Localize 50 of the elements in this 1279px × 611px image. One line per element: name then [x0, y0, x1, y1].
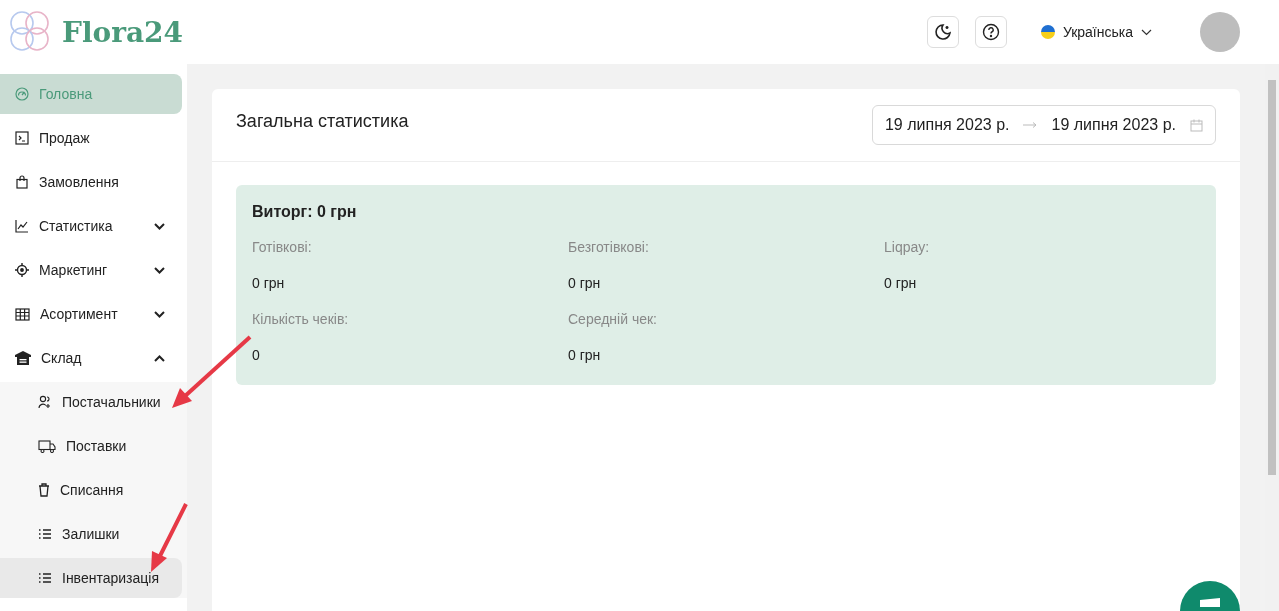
sidebar-item[interactable]: Продаж — [0, 118, 182, 158]
list-icon — [38, 572, 52, 584]
line-chart-icon — [15, 219, 29, 233]
help-button[interactable] — [974, 16, 1007, 48]
stat-value: 0 грн — [884, 275, 918, 291]
card-title: Загальна статистика — [236, 110, 409, 132]
sidebar-subitem[interactable]: Інвентаризація — [0, 558, 182, 598]
stat-label: Середній чек: — [568, 311, 658, 327]
revenue-total: Виторг: 0 грн — [252, 203, 358, 221]
stat-value: 0 грн — [568, 347, 602, 363]
terminal-icon — [15, 131, 29, 145]
target-icon — [15, 263, 29, 277]
sidebar-item[interactable]: Статистика — [0, 206, 182, 246]
flag-icon — [1040, 25, 1055, 39]
dashboard-icon — [15, 87, 29, 101]
stat-value: 0 грн — [568, 275, 602, 291]
scrollbar[interactable] — [1265, 64, 1279, 611]
sidebar-subitem[interactable]: Поставки — [0, 426, 182, 466]
sidebar-item[interactable]: Маркетинг — [0, 250, 182, 290]
logo-text: Flora24 — [62, 15, 184, 49]
sidebar-item[interactable]: Замовлення — [0, 162, 182, 202]
truck-icon — [38, 439, 56, 453]
arrow-right-icon — [1023, 122, 1038, 128]
stat-label: Кількість чеків: — [252, 311, 350, 327]
stat-label: Liqpay: — [884, 239, 931, 255]
date-range-picker[interactable]: 19 липня 2023 р. 19 липня 2023 р. — [871, 105, 1216, 145]
language-select[interactable]: Українська — [1040, 24, 1152, 40]
dark-mode-button[interactable] — [926, 16, 959, 48]
stat-value: 0 грн — [252, 275, 286, 291]
list-icon — [38, 528, 52, 540]
stat-value: 0 — [252, 347, 261, 363]
start-date[interactable]: 19 липня 2023 р. — [884, 116, 1010, 134]
help-icon — [981, 23, 1000, 41]
shopping-bag-icon — [15, 175, 29, 189]
sidebar-subitem[interactable]: Списання — [0, 470, 182, 510]
stat-label: Безготівкові: — [568, 239, 650, 255]
stat-label: Готівкові: — [252, 239, 313, 255]
sidebar-item[interactable]: Склад — [0, 338, 182, 378]
sidebar-subitem[interactable]: Постачальники — [0, 382, 182, 422]
users-icon — [38, 395, 52, 409]
warehouse-icon — [15, 351, 31, 365]
calendar-icon — [1190, 118, 1203, 132]
chevron-down-icon — [1141, 28, 1152, 36]
end-date[interactable]: 19 липня 2023 р. — [1051, 116, 1176, 134]
moon-icon — [933, 23, 952, 41]
sidebar-item[interactable]: Асортимент — [0, 294, 182, 334]
table-icon — [15, 307, 30, 321]
annotation-arrow — [151, 503, 188, 572]
sidebar-subitem[interactable]: Залишки — [0, 514, 182, 554]
trash-icon — [38, 483, 50, 497]
